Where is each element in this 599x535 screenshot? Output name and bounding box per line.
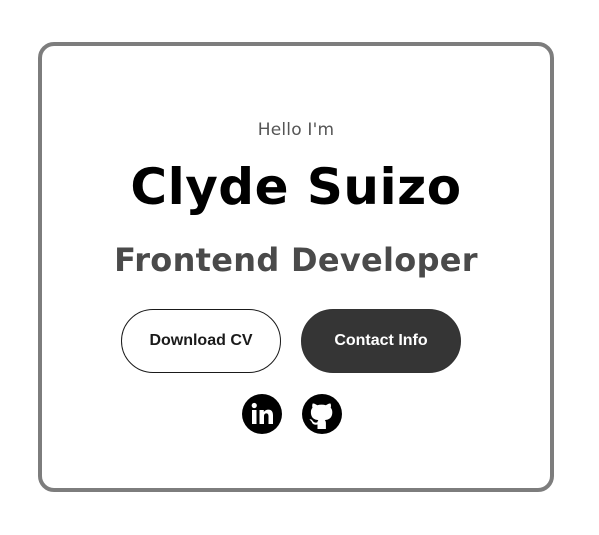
download-cv-button[interactable]: Download CV [121,309,281,373]
profile-card: Hello I'm Clyde Suizo Frontend Developer… [38,42,554,492]
contact-info-label: Contact Info [334,332,428,349]
greeting-text: Hello I'm [257,120,335,140]
contact-info-button[interactable]: Contact Info [301,309,461,373]
page: Hello I'm Clyde Suizo Frontend Developer… [0,0,599,535]
github-icon[interactable] [301,393,343,435]
linkedin-icon[interactable] [241,393,283,435]
download-cv-label: Download CV [149,332,253,349]
profile-name: Clyde Suizo [130,158,462,216]
profile-role: Frontend Developer [114,241,478,279]
